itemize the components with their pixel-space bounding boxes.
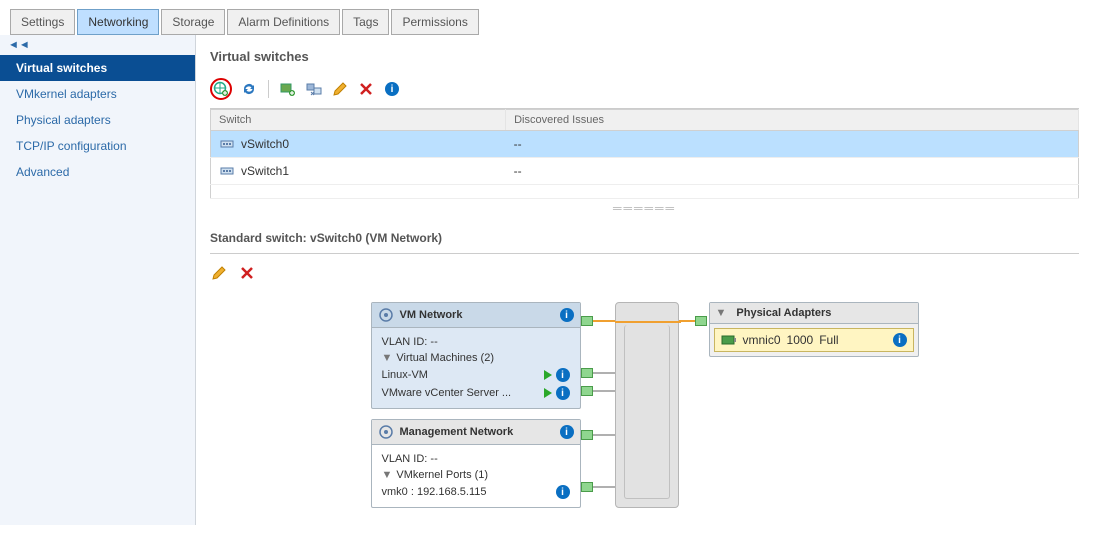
switch-name: vSwitch1 [241,164,289,178]
migrate-networking-button[interactable] [305,80,323,98]
info-icon[interactable]: i [560,425,574,439]
portgroup-icon [378,424,394,440]
info-icon: i [385,82,399,96]
portgroup-title: VM Network [400,309,463,321]
tab-tags[interactable]: Tags [342,9,389,35]
power-on-icon [544,370,552,380]
info-icon[interactable]: i [556,386,570,400]
info-icon[interactable]: i [556,368,570,382]
physical-adapters-title: Physical Adapters [736,307,831,319]
network-migrate-icon [306,81,322,97]
link-line [593,390,615,392]
portgroup-title: Management Network [400,426,514,438]
link-line [593,320,615,322]
connector-left [581,302,615,508]
info-icon[interactable]: i [556,485,570,499]
switch-issues: -- [506,158,1079,185]
sidebar-collapse-button[interactable]: ◄◄ [0,35,195,55]
switch-name: vSwitch0 [241,137,289,151]
power-on-icon [544,388,552,398]
col-switch[interactable]: Switch [211,110,506,131]
vm-name[interactable]: VMware vCenter Server ... [382,387,512,399]
delete-icon [239,265,255,281]
col-issues[interactable]: Discovered Issues [506,110,1079,131]
table-row[interactable]: vSwitch0 -- [211,131,1079,158]
vm-name[interactable]: Linux-VM [382,369,428,381]
sidebar-item-virtual-switches[interactable]: Virtual switches [0,55,195,81]
bus-link [615,321,681,323]
link-line [593,434,615,436]
link-port-icon [581,386,593,396]
splitter-handle[interactable]: ══════ [210,199,1079,217]
sidebar-item-vmkernel-adapters[interactable]: VMkernel adapters [0,81,195,107]
portgroup-management-network[interactable]: Management Network i VLAN ID: -- ▼VMkern… [371,419,581,508]
link-port-icon [581,316,593,326]
vm-group-label: Virtual Machines (2) [396,352,494,364]
vlan-label: VLAN ID: -- [382,336,438,348]
pencil-icon [332,81,348,97]
link-line [593,486,615,488]
tab-storage[interactable]: Storage [161,9,225,35]
info-icon[interactable]: i [893,333,907,347]
vswitch-icon [219,163,235,179]
chevron-down-icon[interactable]: ▼ [382,469,393,481]
sidebar: ◄◄ Virtual switches VMkernel adapters Ph… [0,35,196,525]
delete-icon [358,81,374,97]
nic-duplex: Full [819,333,838,347]
chevron-down-icon[interactable]: ▼ [716,307,727,319]
vswitch-icon [219,136,235,152]
link-port-icon [581,368,593,378]
detail-delete-button[interactable] [238,264,256,282]
chevron-down-icon[interactable]: ▼ [382,352,393,364]
info-button[interactable]: i [383,80,401,98]
link-line [593,372,615,374]
link-port-icon [581,482,593,492]
delete-button[interactable] [357,80,375,98]
physical-nic-row[interactable]: vmnic0 1000 Full i [714,328,914,352]
info-icon[interactable]: i [560,308,574,322]
physical-adapters-panel[interactable]: ▼ Physical Adapters vmnic0 1000 Full i [709,302,919,357]
switch-table: Switch Discovered Issues vSwitch0 -- vSw… [210,109,1079,199]
switch-issues: -- [506,131,1079,158]
portgroup-icon [378,307,394,323]
nic-icon [721,332,737,348]
table-row[interactable]: vSwitch1 -- [211,158,1079,185]
sidebar-item-physical-adapters[interactable]: Physical adapters [0,107,195,133]
topology-diagram: VM Network i VLAN ID: -- ▼Virtual Machin… [210,302,1079,508]
content: Virtual switches i [196,35,1093,525]
pencil-icon [211,265,227,281]
refresh-icon [241,81,257,97]
tab-settings[interactable]: Settings [10,9,75,35]
refresh-button[interactable] [240,80,258,98]
section-title: Virtual switches [210,49,1079,64]
detail-header: Standard switch: vSwitch0 (VM Network) [210,231,1079,254]
detail-toolbar [210,264,1079,282]
add-host-networking-button[interactable] [210,78,232,100]
sidebar-item-advanced[interactable]: Advanced [0,159,195,185]
toolbar-separator [268,80,269,98]
vmk-port[interactable]: vmk0 : 192.168.5.115 [382,486,487,498]
tab-networking[interactable]: Networking [77,9,159,35]
nic-speed: 1000 [787,333,814,347]
tab-permissions[interactable]: Permissions [391,9,478,35]
toolbar: i [210,74,1079,109]
vmk-group-label: VMkernel Ports (1) [396,469,488,481]
add-networking-button[interactable] [279,80,297,98]
connector-right [679,302,709,508]
link-port-icon [695,316,707,326]
top-tabs: Settings Networking Storage Alarm Defini… [0,0,1093,35]
switch-bus [615,302,679,508]
tab-alarm-definitions[interactable]: Alarm Definitions [227,9,340,35]
nic-name: vmnic0 [743,333,781,347]
vlan-label: VLAN ID: -- [382,453,438,465]
globe-plus-icon [213,81,229,97]
edit-button[interactable] [331,80,349,98]
detail-edit-button[interactable] [210,264,228,282]
sidebar-item-tcpip-configuration[interactable]: TCP/IP configuration [0,133,195,159]
link-port-icon [581,430,593,440]
network-add-icon [280,81,296,97]
portgroup-vm-network[interactable]: VM Network i VLAN ID: -- ▼Virtual Machin… [371,302,581,409]
